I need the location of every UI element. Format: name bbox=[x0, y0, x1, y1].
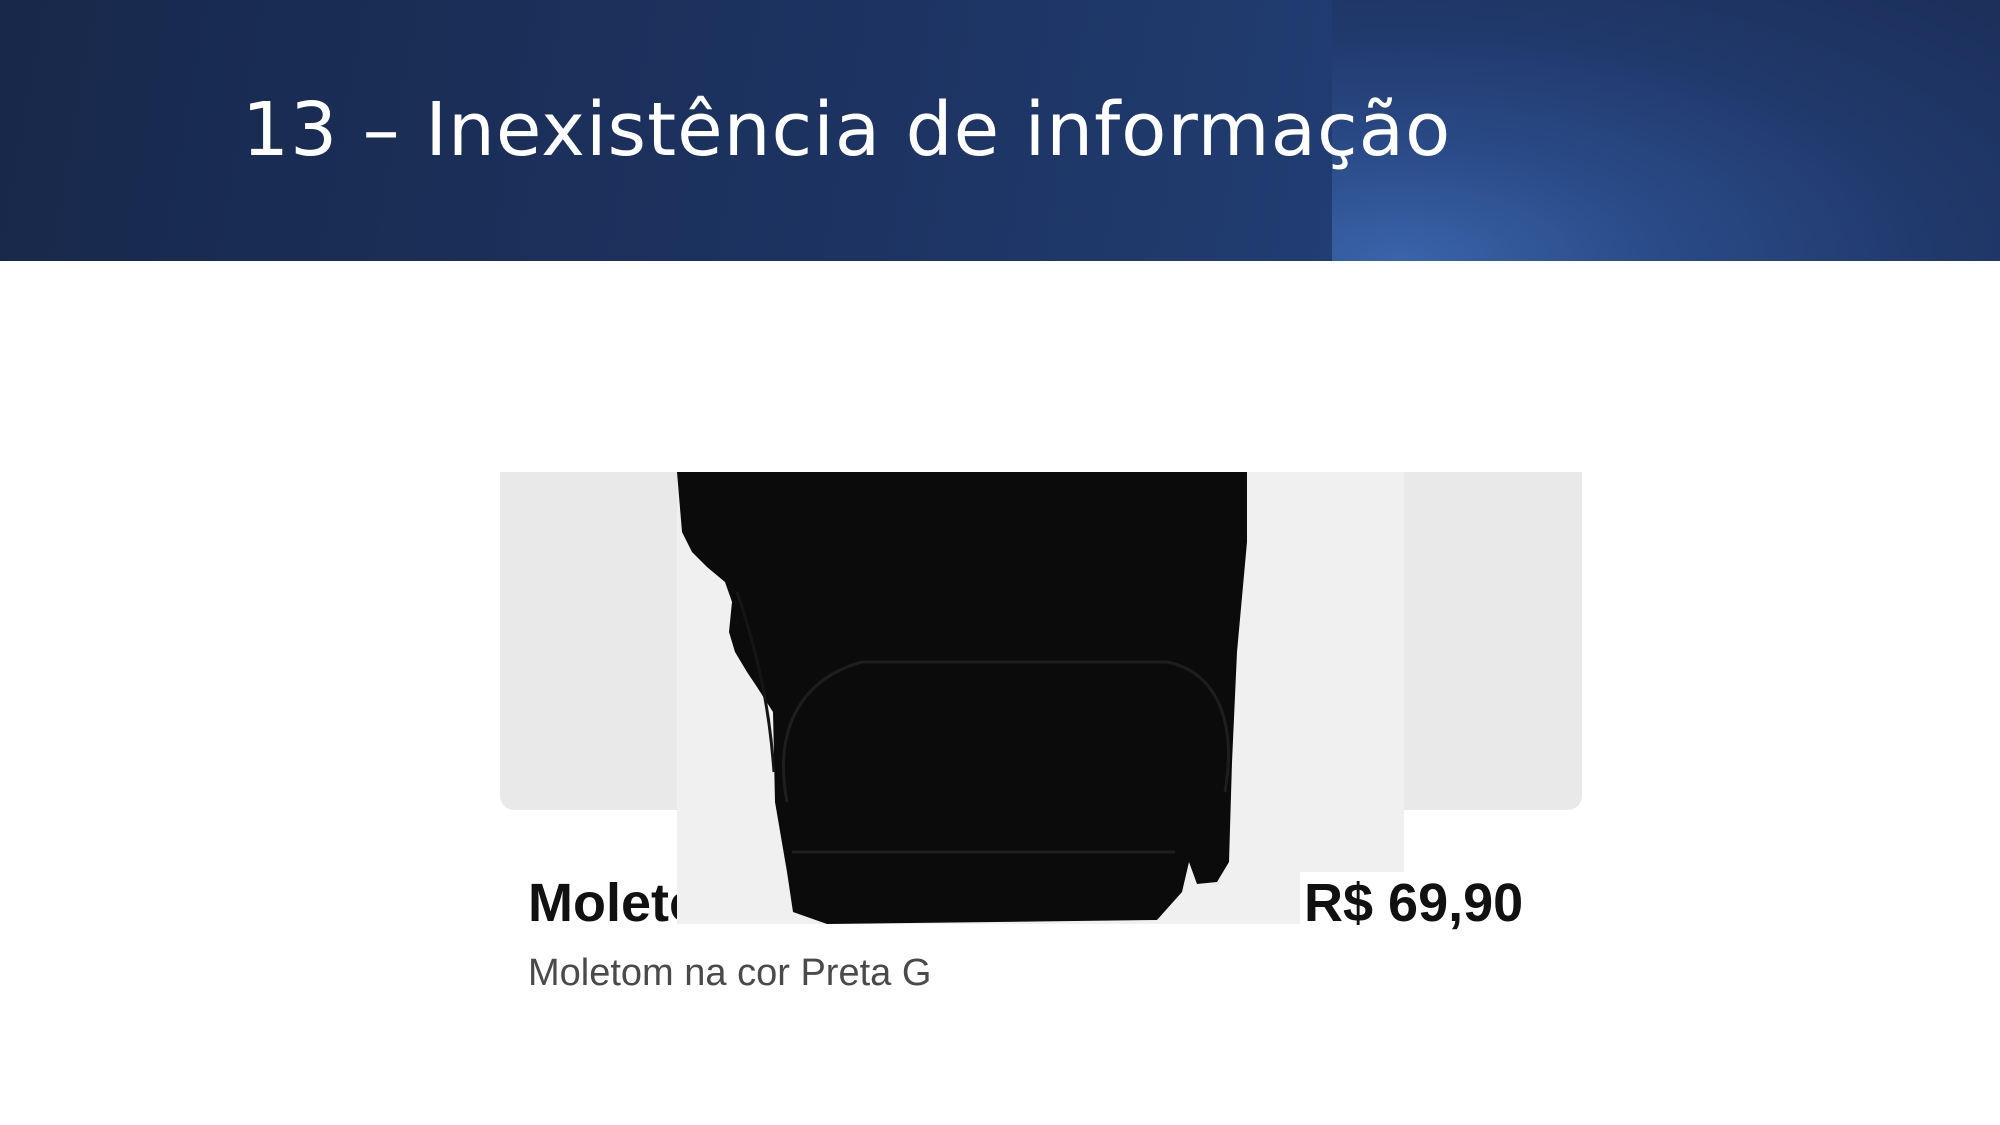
product-price: R$ 69,90 bbox=[1300, 872, 1524, 934]
product-description: Moletom na cor Preta G bbox=[528, 952, 932, 994]
product-card[interactable]: Moletom J R$ 69,90 Moletom na cor Preta … bbox=[500, 472, 1582, 1012]
hoodie-body bbox=[677, 472, 1247, 924]
slide-title: 13 – Inexistência de informação bbox=[242, 87, 1452, 173]
hoodie-image bbox=[677, 472, 1247, 924]
slide-header: 13 – Inexistência de informação bbox=[0, 0, 2000, 261]
product-photo[interactable] bbox=[677, 472, 1404, 924]
